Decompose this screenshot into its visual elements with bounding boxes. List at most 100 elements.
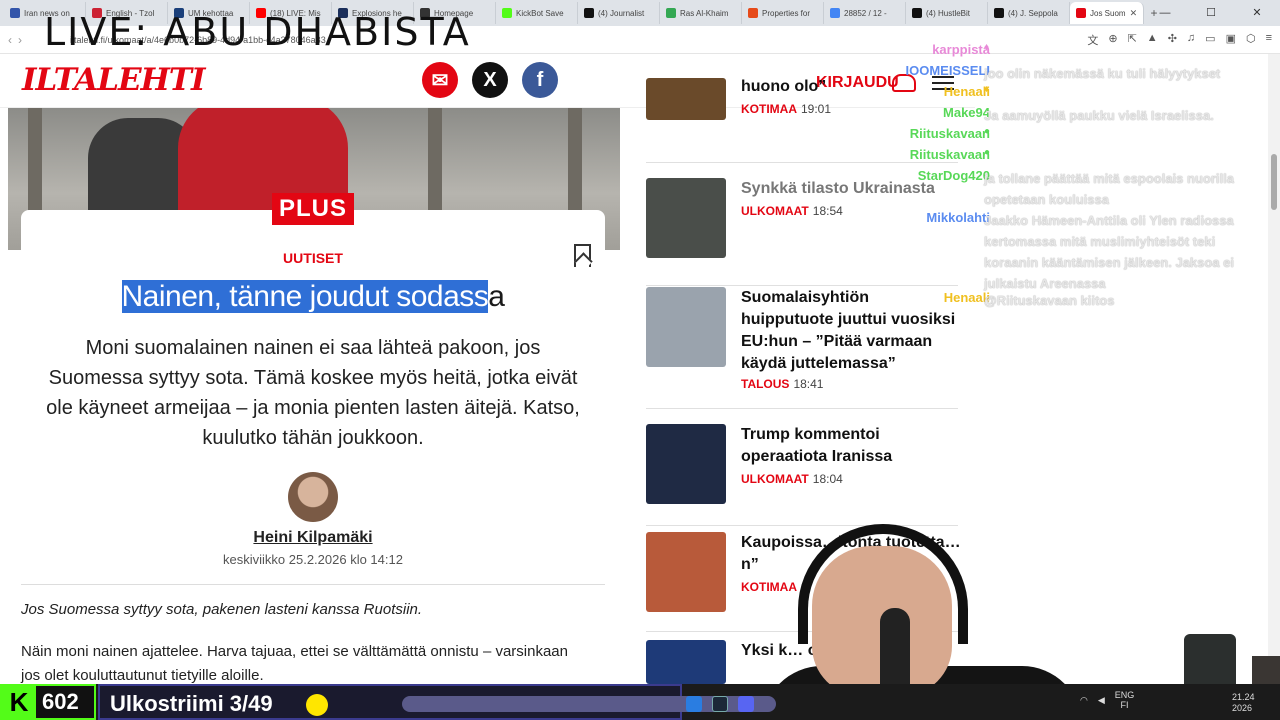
article-headline: Nainen, tänne joudut sodassa [0,280,626,314]
x-share-icon[interactable]: X [472,62,508,98]
language-indicator[interactable]: ENG FI [1115,690,1135,710]
browser-tab[interactable]: (4) J. Seppola [988,2,1070,24]
close-window-button[interactable]: ✕ [1234,0,1280,26]
tab-favicon-icon [912,8,922,18]
tab-favicon-icon [502,8,512,18]
discord-icon[interactable] [738,696,754,712]
system-tray: ◠ ◀ ENG FI [1080,690,1134,710]
chat-text: joo olin näkemässä ku tuli hälyytykset [984,66,1221,81]
news-time: 19:01 [801,102,832,116]
screen: Iran news on English - Tzol UM kehottaa (18… [0,0,1280,720]
clock-time: 21.24 [1232,692,1255,702]
tab-label: KickBot Save [516,8,564,18]
browser-tab[interactable]: 28852 / 12 - [824,2,906,24]
news-item[interactable]: Suomalaisyhtiön huipputuote juuttui vuos… [646,287,958,409]
news-time: 18:54 [812,204,843,218]
news-thumbnail[interactable] [646,424,726,504]
kick-icon: K [2,686,36,718]
chat-badge-icon: ● [984,126,991,137]
tab-favicon-icon [10,8,20,18]
tab-label: (4) Journalist [598,8,645,18]
edge-icon[interactable] [686,696,702,712]
music-icon[interactable]: ♫ [1187,32,1195,48]
zoom-icon[interactable]: ⊕ [1108,32,1117,48]
minimize-button[interactable]: — [1142,0,1188,26]
news-thumbnail[interactable] [646,640,726,684]
chat-text: Jaakko Hämeen-Anttila oli Ylen radiossa … [984,213,1235,291]
extension-icon[interactable]: ▲ [1147,32,1158,48]
vpn-icon[interactable]: ⬡ [1246,32,1256,48]
volume-icon[interactable]: ◀ [1098,695,1105,706]
maximize-button[interactable]: ☐ [1188,0,1234,26]
chat-nick: StarDog420 [917,168,990,183]
window-controls: — ☐ ✕ [1142,0,1280,26]
tab-label: (4) J. Seppola [1008,8,1058,18]
chat-nick: Make94 [943,105,990,120]
forward-icon[interactable]: › [18,33,22,47]
browser-tab[interactable]: Jos Suom ✕ [1070,2,1144,24]
author-avatar[interactable] [288,472,338,522]
browser-tab[interactable]: KickBot Save [496,2,578,24]
tab-favicon-icon [994,8,1004,18]
chat-badge-icon: ♦ [984,84,990,95]
back-icon[interactable]: ‹ [8,33,12,47]
viewer-count: 602 [42,689,79,714]
chat-text: Ja aamuyöllä paukku vielä Israelissa. [984,108,1214,123]
author-name[interactable]: Heini Kilpamäki [0,529,626,547]
browser-tab[interactable]: Ras Al-Khaim [660,2,742,24]
chat-nick: IOOMEISSELI [905,63,990,78]
news-title[interactable]: huono olo” [741,76,961,98]
news-meta: KOTIMAA 19:01 [741,102,831,116]
news-section[interactable]: KOTIMAA [741,102,797,116]
news-item[interactable]: Synkkä tilasto Ukrainasta ULKOMAAT 18:54 [646,178,958,286]
headline-rest-text: a [488,280,505,313]
wallet-icon[interactable]: ▣ [1226,32,1236,48]
progress-indicator [306,694,328,716]
news-section[interactable]: ULKOMAAT [741,204,809,218]
facebook-share-icon[interactable]: f [522,62,558,98]
news-thumbnail[interactable] [646,178,726,258]
translate-icon[interactable]: 文 [1087,32,1098,48]
close-tab-icon[interactable]: ✕ [1130,8,1138,19]
nav-buttons: ‹ › [0,33,22,47]
chat-text: ja tollane päättää mitä espoolais nuoril… [984,171,1234,207]
lang-bottom: FI [1120,700,1129,710]
news-time: 18:04 [812,472,843,486]
tab-favicon-icon [748,8,758,18]
news-thumbnail[interactable] [646,287,726,367]
news-item[interactable]: Trump kommentoi operaatiota Iranissa ULK… [646,424,958,526]
browser-tab[interactable]: Properties for [742,2,824,24]
news-section[interactable]: ULKOMAAT [741,472,809,486]
steam-icon[interactable] [712,696,728,712]
lang-top: ENG [1114,690,1135,700]
plus-badge: PLUS [272,193,354,225]
iltalehti-logo[interactable]: ILTALEHTI [22,62,205,98]
share-icon[interactable]: ⇱ [1128,32,1137,48]
tab-label: (4) HustleBit [926,8,971,18]
news-title[interactable]: Trump kommentoi operaatiota Iranissa [741,424,961,468]
sidebar-icon[interactable]: ▭ [1205,32,1215,48]
news-meta: ULKOMAAT 18:54 [741,204,843,218]
tab-label: Jos Suom [1090,8,1126,18]
bookmark-icon[interactable] [574,244,591,267]
news-thumbnail[interactable] [646,532,726,612]
news-title[interactable]: Suomalaisyhtiön huipputuote juuttui vuos… [741,287,961,375]
system-clock[interactable]: 21.24 2026 [1232,692,1255,714]
network-icon[interactable]: ◠ [1080,695,1088,706]
chat-nick: Riituskavaan [909,126,990,141]
browser-tab[interactable]: (4) HustleBit [906,2,988,24]
tab-label: Ras Al-Khaim [680,8,729,18]
news-section[interactable]: TALOUS [741,377,789,391]
article-lead: Moni suomalainen nainen ei saa lähteä pa… [46,337,580,449]
chat-badge-icon: ● [984,147,991,158]
article-category[interactable]: UUTISET [0,250,626,266]
puzzle-icon[interactable]: ✣ [1168,32,1177,48]
tab-favicon-icon [830,8,840,18]
menu-dots-icon[interactable]: ≡ [1266,32,1272,48]
news-thumbnail[interactable] [646,78,726,120]
email-share-icon[interactable]: ✉ [422,62,458,98]
news-meta: TALOUS 18:41 [741,377,823,391]
divider [21,584,605,585]
browser-tab[interactable]: (4) Journalist [578,2,660,24]
kick-viewer-counter: K 602 [0,684,96,720]
